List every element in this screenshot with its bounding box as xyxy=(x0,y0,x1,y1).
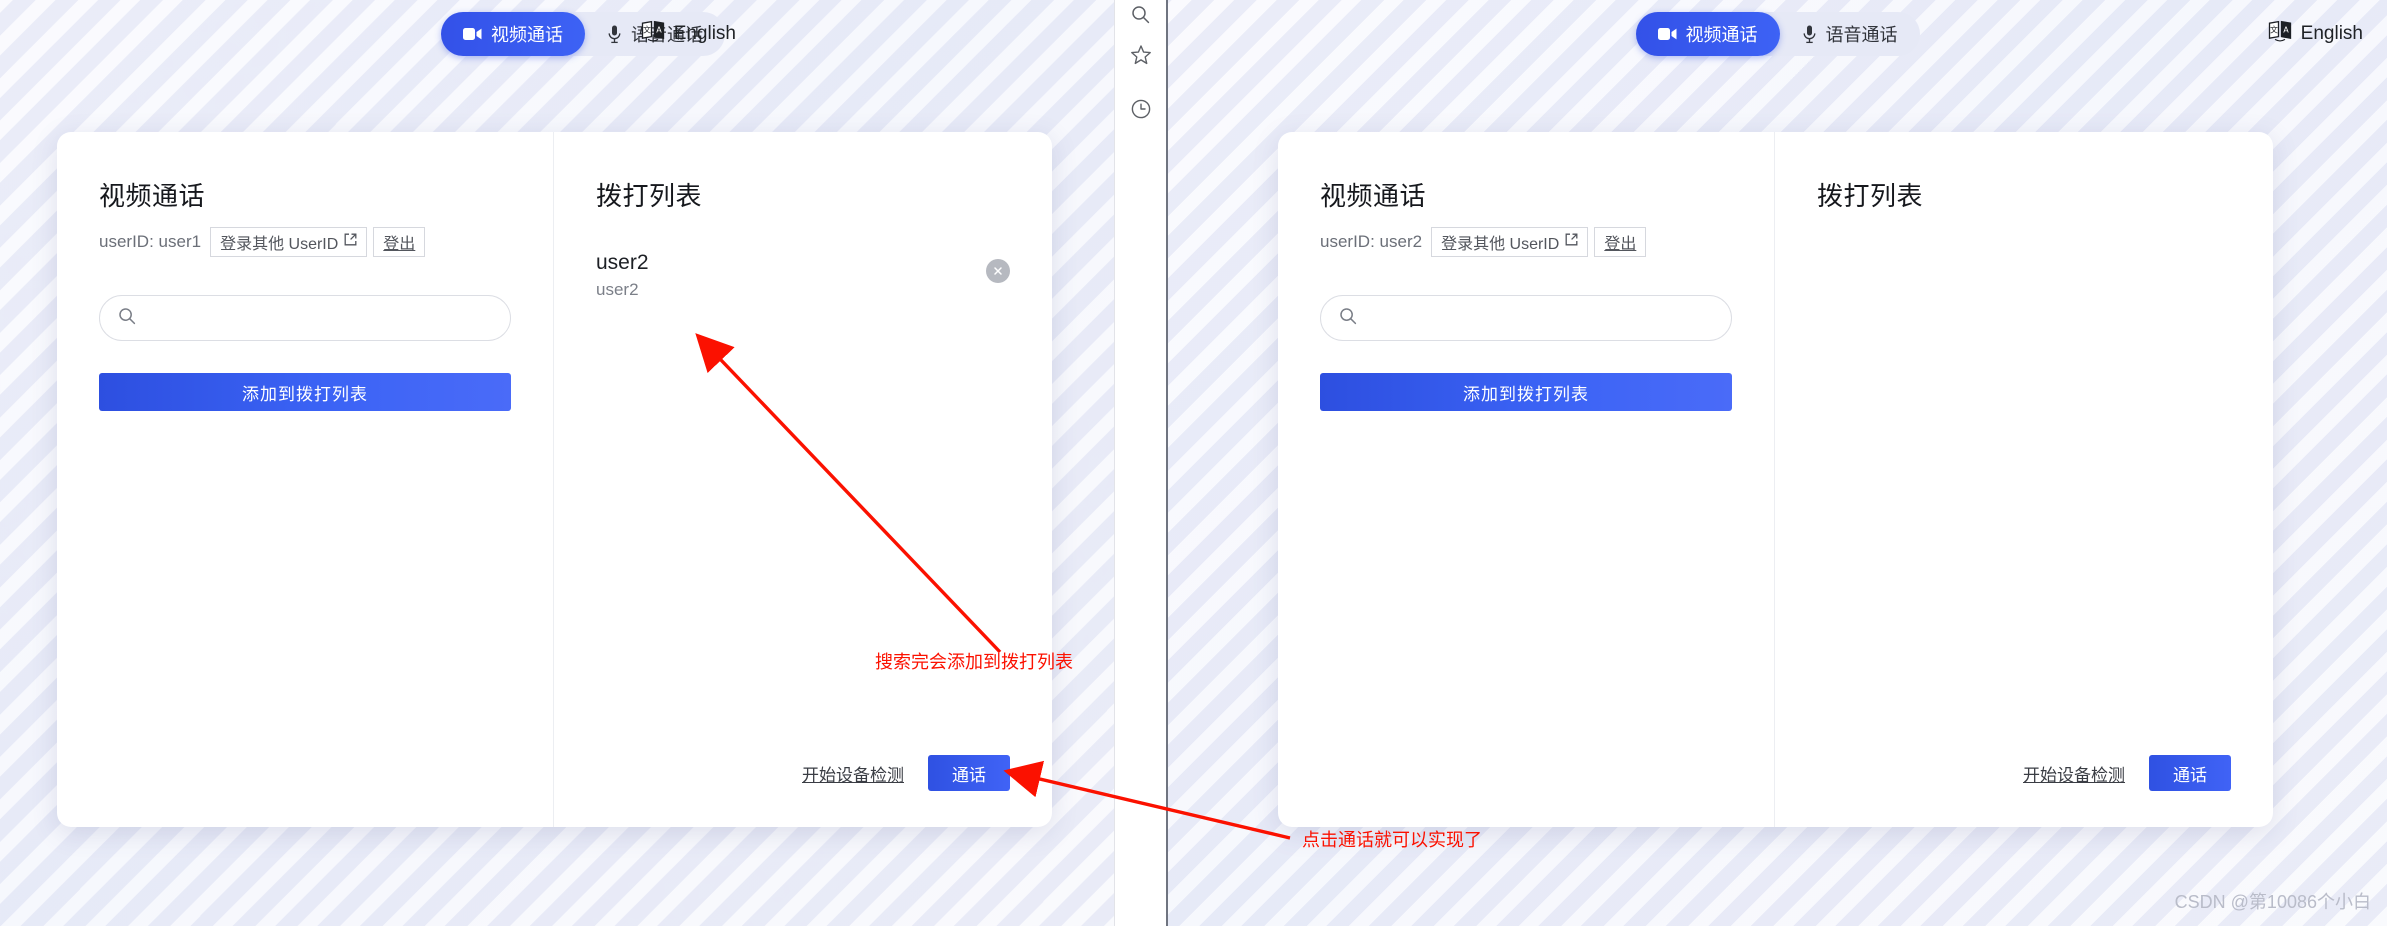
dial-list-pane-left: 拨打列表 user2 user2 开始设备检测 通话 xyxy=(554,132,1052,827)
csdn-watermark: CSDN @第10086个小白 xyxy=(2174,892,2371,912)
app-header-right: 视频通话 语音通话 文 A English xyxy=(1168,0,2387,68)
search-user-box-right[interactable] xyxy=(1320,295,1733,341)
dial-item-name-left: user2 xyxy=(596,250,649,274)
dial-list-pane-right: 拨打列表 开始设备检测 通话 xyxy=(1775,132,2273,827)
svg-text:文: 文 xyxy=(2270,25,2278,35)
dial-list-left: user2 user2 xyxy=(596,247,1010,755)
translate-icon: 文 A xyxy=(641,20,665,48)
panel-title-left: 视频通话 xyxy=(99,181,206,211)
add-to-dial-list-button-left[interactable]: 添加到拨打列表 xyxy=(99,373,511,411)
video-camera-icon xyxy=(463,27,482,41)
language-label-left: English xyxy=(673,23,737,44)
svg-text:A: A xyxy=(656,26,662,35)
language-label-right: English xyxy=(2300,23,2363,44)
switch-user-label-left: 登录其他 UserID xyxy=(220,236,339,253)
search-user-box-left[interactable] xyxy=(99,295,511,341)
switch-user-button-right[interactable]: 登录其他 UserID xyxy=(1431,227,1589,257)
search-icon[interactable] xyxy=(1115,0,1167,28)
panel-title-right: 视频通话 xyxy=(1320,181,1427,211)
external-link-icon xyxy=(1565,233,1578,251)
logout-button-left[interactable]: 登出 xyxy=(373,227,426,257)
dial-item-sub-left: user2 xyxy=(596,279,639,299)
microphone-icon xyxy=(1802,25,1817,44)
language-selector-left[interactable]: 文 A English xyxy=(641,20,736,48)
search-icon xyxy=(118,307,136,330)
language-selector-right[interactable]: 文 A English xyxy=(2268,20,2363,48)
video-call-card-left: 视频通话 userID: user1 登录其他 UserID 登出 添加到拨打列… xyxy=(57,132,1052,827)
switch-user-button-left[interactable]: 登录其他 UserID xyxy=(210,227,368,257)
close-circle-icon[interactable] xyxy=(986,259,1010,283)
add-to-dial-list-button-right[interactable]: 添加到拨打列表 xyxy=(1320,373,1733,411)
logout-label-left: 登出 xyxy=(383,236,416,253)
video-call-card-right: 视频通话 userID: user2 登录其他 UserID 登出 添加到拨打列… xyxy=(1278,132,2274,827)
browser-side-rail xyxy=(1114,0,1167,926)
browser-window-right: 视频通话 语音通话 文 A English 视频通话 userID: user2… xyxy=(1168,0,2387,926)
user-info-row-left: userID: user1 登录其他 UserID 登出 xyxy=(99,227,511,257)
history-clock-icon[interactable] xyxy=(1115,82,1167,136)
star-icon[interactable] xyxy=(1115,28,1167,82)
switch-user-label-right: 登录其他 UserID xyxy=(1441,236,1560,253)
svg-text:文: 文 xyxy=(643,25,651,35)
dial-actions-right: 开始设备检测 通话 xyxy=(1817,755,2232,797)
call-setup-pane-right: 视频通话 userID: user2 登录其他 UserID 登出 添加到拨打列… xyxy=(1278,132,1776,827)
dial-actions-left: 开始设备检测 通话 xyxy=(596,755,1010,797)
device-test-link-left[interactable]: 开始设备检测 xyxy=(802,761,904,786)
tab-voice-call-right[interactable]: 语音通话 xyxy=(1780,12,1920,56)
tab-video-call-right[interactable]: 视频通话 xyxy=(1635,12,1780,56)
translate-icon: 文 A xyxy=(2268,20,2292,48)
call-mode-switcher-right[interactable]: 视频通话 语音通话 xyxy=(1635,12,1920,56)
tab-video-call-label-left: 视频通话 xyxy=(491,25,563,45)
call-button-right[interactable]: 通话 xyxy=(2149,755,2232,791)
logout-button-right[interactable]: 登出 xyxy=(1594,227,1647,257)
dial-list-title-left: 拨打列表 xyxy=(596,181,703,211)
microphone-icon xyxy=(607,25,622,44)
video-camera-icon xyxy=(1657,27,1677,41)
browser-window-left: 视频通话 语音通话 文 A English 视频通话 userID: user1… xyxy=(0,0,1167,926)
search-input-right[interactable] xyxy=(1367,308,1714,328)
user-id-text-left: userID: user1 xyxy=(99,232,202,251)
user-info-row-right: userID: user2 登录其他 UserID 登出 xyxy=(1320,227,1732,257)
dial-list-right xyxy=(1817,247,2231,755)
call-button-left[interactable]: 通话 xyxy=(928,755,1010,791)
device-test-link-right[interactable]: 开始设备检测 xyxy=(2023,761,2125,786)
tab-video-call-label-right: 视频通话 xyxy=(1685,25,1758,45)
app-header-left: 视频通话 语音通话 文 A English xyxy=(0,0,1166,68)
dial-list-title-right: 拨打列表 xyxy=(1817,181,1924,211)
list-item[interactable]: user2 user2 xyxy=(596,247,1010,303)
search-input-left[interactable] xyxy=(146,308,492,328)
external-link-icon xyxy=(344,233,357,251)
dual-browser-stage: 视频通话 语音通话 文 A English 视频通话 userID: user1… xyxy=(0,0,2387,926)
tab-voice-call-label-right: 语音通话 xyxy=(1825,25,1898,45)
search-icon xyxy=(1339,307,1357,330)
logout-label-right: 登出 xyxy=(1604,236,1637,253)
user-id-text-right: userID: user2 xyxy=(1320,232,1423,251)
tab-video-call-left[interactable]: 视频通话 xyxy=(441,12,585,56)
call-setup-pane-left: 视频通话 userID: user1 登录其他 UserID 登出 添加到拨打列… xyxy=(57,132,554,827)
svg-text:A: A xyxy=(2283,26,2289,35)
